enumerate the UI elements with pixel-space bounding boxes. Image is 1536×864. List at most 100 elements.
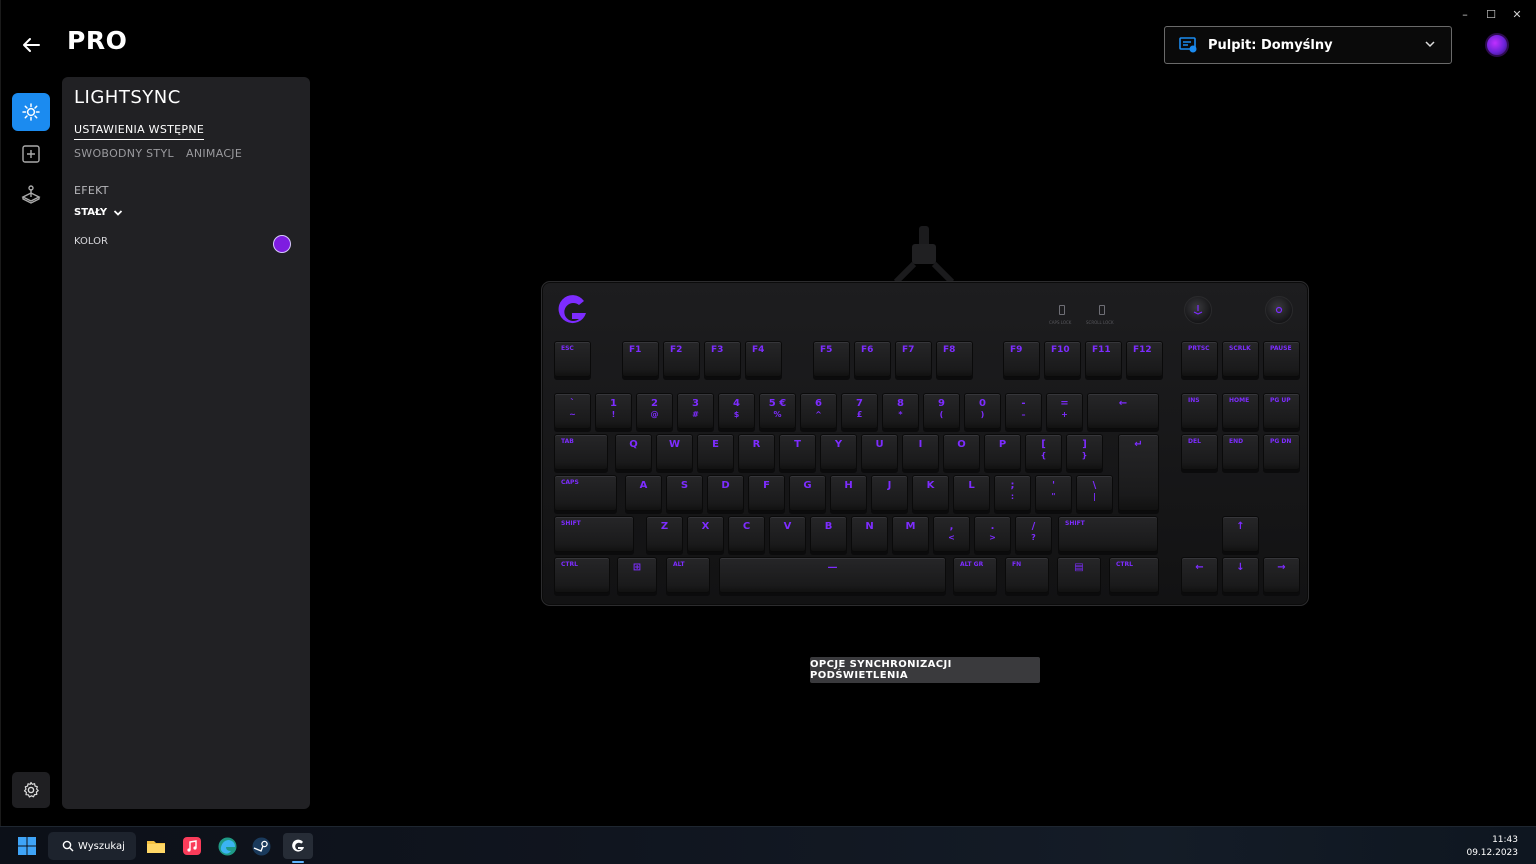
key-5-1[interactable]: ⊞	[617, 557, 657, 593]
key-2-8[interactable]: I	[902, 434, 939, 470]
key-1-9[interactable]: 9(	[923, 393, 960, 429]
key-5-4[interactable]: ALT GR	[953, 557, 997, 593]
back-arrow-icon[interactable]	[19, 33, 43, 57]
key-2-6[interactable]: Y	[820, 434, 857, 470]
key-3-11[interactable]: ' "	[1035, 475, 1072, 511]
tab-freestyle[interactable]: SWOBODNY STYL	[74, 147, 174, 160]
key-3-9[interactable]: L	[953, 475, 990, 511]
key-0-1[interactable]: F1	[622, 341, 659, 377]
maximize-button[interactable]: ☐	[1478, 6, 1504, 22]
key-4-12[interactable]: ↑	[1222, 516, 1259, 552]
game-mode-button[interactable]	[1184, 296, 1212, 324]
key-2-7[interactable]: U	[861, 434, 898, 470]
key-1-6[interactable]: 6 ^	[800, 393, 837, 429]
key-3-3[interactable]: D	[707, 475, 744, 511]
key-4-10[interactable]: /?	[1015, 516, 1052, 552]
key-5-10[interactable]: →	[1263, 557, 1300, 593]
key-3-0[interactable]: CAPS	[554, 475, 617, 511]
key-4-2[interactable]: X	[687, 516, 724, 552]
key-5-9[interactable]: ↓	[1222, 557, 1259, 593]
key-2-3[interactable]: E	[697, 434, 734, 470]
lighting-button[interactable]	[1265, 296, 1293, 324]
start-button[interactable]	[14, 833, 40, 859]
key-3-1[interactable]: A	[625, 475, 662, 511]
edge-browser-button[interactable]	[214, 833, 240, 859]
key-4-4[interactable]: V	[769, 516, 806, 552]
key-1-16[interactable]: PG UP	[1263, 393, 1300, 429]
file-explorer-button[interactable]	[143, 833, 169, 859]
key-2-4[interactable]: R	[738, 434, 775, 470]
key-1-2[interactable]: 2 @	[636, 393, 673, 429]
key-2-16[interactable]: PG DN	[1263, 434, 1300, 470]
key-1-11[interactable]: - –	[1005, 393, 1042, 429]
assignments-nav-button[interactable]	[12, 135, 50, 173]
key-5-3[interactable]: —	[719, 557, 946, 593]
key-0-9[interactable]: F9	[1003, 341, 1040, 377]
profile-selector[interactable]: Pulpit: Domyślny	[1164, 26, 1452, 64]
key-1-15[interactable]: HOME	[1222, 393, 1259, 429]
key-5-8[interactable]: ←	[1181, 557, 1218, 593]
key-2-12[interactable]: ]}	[1066, 434, 1103, 470]
key-4-1[interactable]: Z	[646, 516, 683, 552]
key-5-5[interactable]: FN	[1005, 557, 1049, 593]
system-clock[interactable]: 11:43 09.12.2023	[1466, 834, 1518, 860]
key-0-7[interactable]: F7	[895, 341, 932, 377]
key-0-6[interactable]: F6	[854, 341, 891, 377]
key-4-9[interactable]: . >	[974, 516, 1011, 552]
key-2-1[interactable]: Q	[615, 434, 652, 470]
key-4-3[interactable]: C	[728, 516, 765, 552]
minimize-button[interactable]: –	[1452, 6, 1478, 22]
key-5-0[interactable]: CTRL	[554, 557, 610, 593]
key-4-5[interactable]: B	[810, 516, 847, 552]
key-1-13[interactable]: ←	[1087, 393, 1159, 429]
key-3-2[interactable]: S	[666, 475, 703, 511]
key-0-13[interactable]: PRTSC	[1181, 341, 1218, 377]
key-3-12[interactable]: \ |	[1076, 475, 1113, 511]
key-1-1[interactable]: 1!	[595, 393, 632, 429]
key-0-0[interactable]: ESC	[554, 341, 591, 377]
key-5-2[interactable]: ALT	[666, 557, 710, 593]
key-4-0[interactable]: SHIFT	[554, 516, 634, 552]
key-1-10[interactable]: 0)	[964, 393, 1001, 429]
key-0-15[interactable]: PAUSE	[1263, 341, 1300, 377]
key-1-3[interactable]: 3 #	[677, 393, 714, 429]
key-1-14[interactable]: INS	[1181, 393, 1218, 429]
key-1-12[interactable]: = +	[1046, 393, 1083, 429]
key-3-7[interactable]: J	[871, 475, 908, 511]
key-0-2[interactable]: F2	[663, 341, 700, 377]
key-2-11[interactable]: [{	[1025, 434, 1062, 470]
key-1-4[interactable]: 4 $	[718, 393, 755, 429]
key-4-7[interactable]: M	[892, 516, 929, 552]
key-4-8[interactable]: , <	[933, 516, 970, 552]
key-3-6[interactable]: H	[830, 475, 867, 511]
key-0-4[interactable]: F4	[745, 341, 782, 377]
key-5-6[interactable]: ▤	[1057, 557, 1101, 593]
key-2-9[interactable]: O	[943, 434, 980, 470]
user-avatar[interactable]	[1485, 33, 1509, 57]
close-button[interactable]: ✕	[1504, 6, 1530, 22]
taskbar-search[interactable]: Wyszukaj	[48, 832, 136, 860]
key-2-10[interactable]: P	[984, 434, 1021, 470]
tab-animations[interactable]: ANIMACJE	[186, 147, 242, 160]
key-2-2[interactable]: W	[656, 434, 693, 470]
music-app-button[interactable]	[179, 833, 205, 859]
effect-dropdown[interactable]: STAŁY	[74, 207, 123, 218]
key-0-12[interactable]: F12	[1126, 341, 1163, 377]
key-2-13[interactable]: ↵	[1118, 434, 1159, 511]
key-1-7[interactable]: 7 £	[841, 393, 878, 429]
game-mode-nav-button[interactable]	[12, 176, 50, 214]
key-5-7[interactable]: CTRL	[1109, 557, 1159, 593]
key-1-0[interactable]: ` ~	[554, 393, 591, 429]
key-0-8[interactable]: F8	[936, 341, 973, 377]
steam-button[interactable]	[248, 833, 274, 859]
tab-presets[interactable]: USTAWIENIA WSTĘPNE	[74, 123, 205, 140]
key-0-3[interactable]: F3	[704, 341, 741, 377]
key-2-15[interactable]: END	[1222, 434, 1259, 470]
key-4-6[interactable]: N	[851, 516, 888, 552]
key-3-8[interactable]: K	[912, 475, 949, 511]
key-1-8[interactable]: 8 *	[882, 393, 919, 429]
key-1-5[interactable]: 5 €%	[759, 393, 796, 429]
lighting-sync-options-button[interactable]: OPCJE SYNCHRONIZACJI PODŚWIETLENIA	[810, 657, 1040, 683]
key-4-11[interactable]: SHIFT	[1058, 516, 1158, 552]
lighting-nav-button[interactable]	[12, 93, 50, 131]
